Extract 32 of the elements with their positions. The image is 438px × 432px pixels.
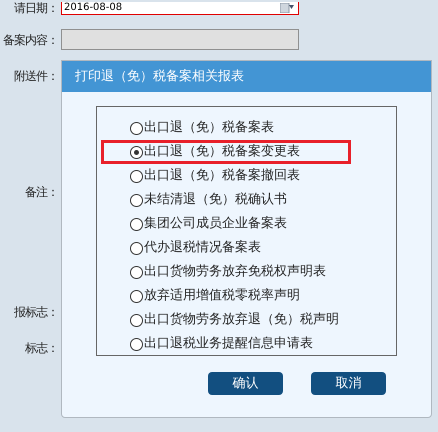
cancel-button[interactable]: 取消 — [311, 372, 386, 395]
radio-option[interactable]: 代办退税情况备案表 — [101, 236, 351, 260]
radio-icon[interactable] — [130, 266, 143, 278]
field-label: 附送件： — [14, 68, 58, 84]
radio-icon[interactable] — [130, 242, 143, 254]
text-field[interactable] — [61, 29, 299, 50]
radio-icon[interactable] — [130, 290, 143, 302]
field-label: 请日期： — [14, 0, 58, 16]
radio-option[interactable]: 出口退（免）税备案撤回表 — [101, 164, 351, 188]
field-label: 标志： — [25, 340, 58, 356]
radio-option[interactable]: 出口退税业务提醒信息申请表 — [101, 332, 351, 356]
radio-icon[interactable] — [130, 338, 143, 350]
field-label: 备案内容： — [3, 32, 58, 48]
radio-option[interactable]: 出口货物劳务放弃退（免）税声明 — [101, 308, 351, 332]
radio-icon[interactable] — [130, 122, 143, 134]
radio-option[interactable]: 出口退（免）税备案表 — [101, 116, 351, 140]
radio-icon[interactable] — [130, 314, 143, 326]
radio-option[interactable]: 出口退（免）税备案变更表 — [101, 140, 351, 164]
date-field[interactable]: 2016-08-08 — [61, 2, 299, 14]
radio-option[interactable]: 未结清退（免）税确认书 — [101, 188, 351, 212]
radio-icon[interactable] — [130, 194, 143, 206]
radio-icon[interactable] — [130, 170, 143, 182]
field-label: 备注： — [25, 184, 58, 200]
confirm-button[interactable]: 确认 — [208, 372, 283, 395]
calendar-icon[interactable] — [280, 2, 294, 12]
radio-option[interactable]: 放弃适用增值税零税率声明 — [101, 284, 351, 308]
radio-option[interactable]: 集团公司成员企业备案表 — [101, 212, 351, 236]
field-label: 报标志： — [14, 304, 58, 320]
radio-icon[interactable] — [130, 218, 143, 230]
radio-option[interactable]: 出口货物劳务放弃免税权声明表 — [101, 260, 351, 284]
radio-icon[interactable] — [130, 146, 143, 158]
dialog-title: 打印退（免）税备案相关报表 — [75, 68, 244, 86]
